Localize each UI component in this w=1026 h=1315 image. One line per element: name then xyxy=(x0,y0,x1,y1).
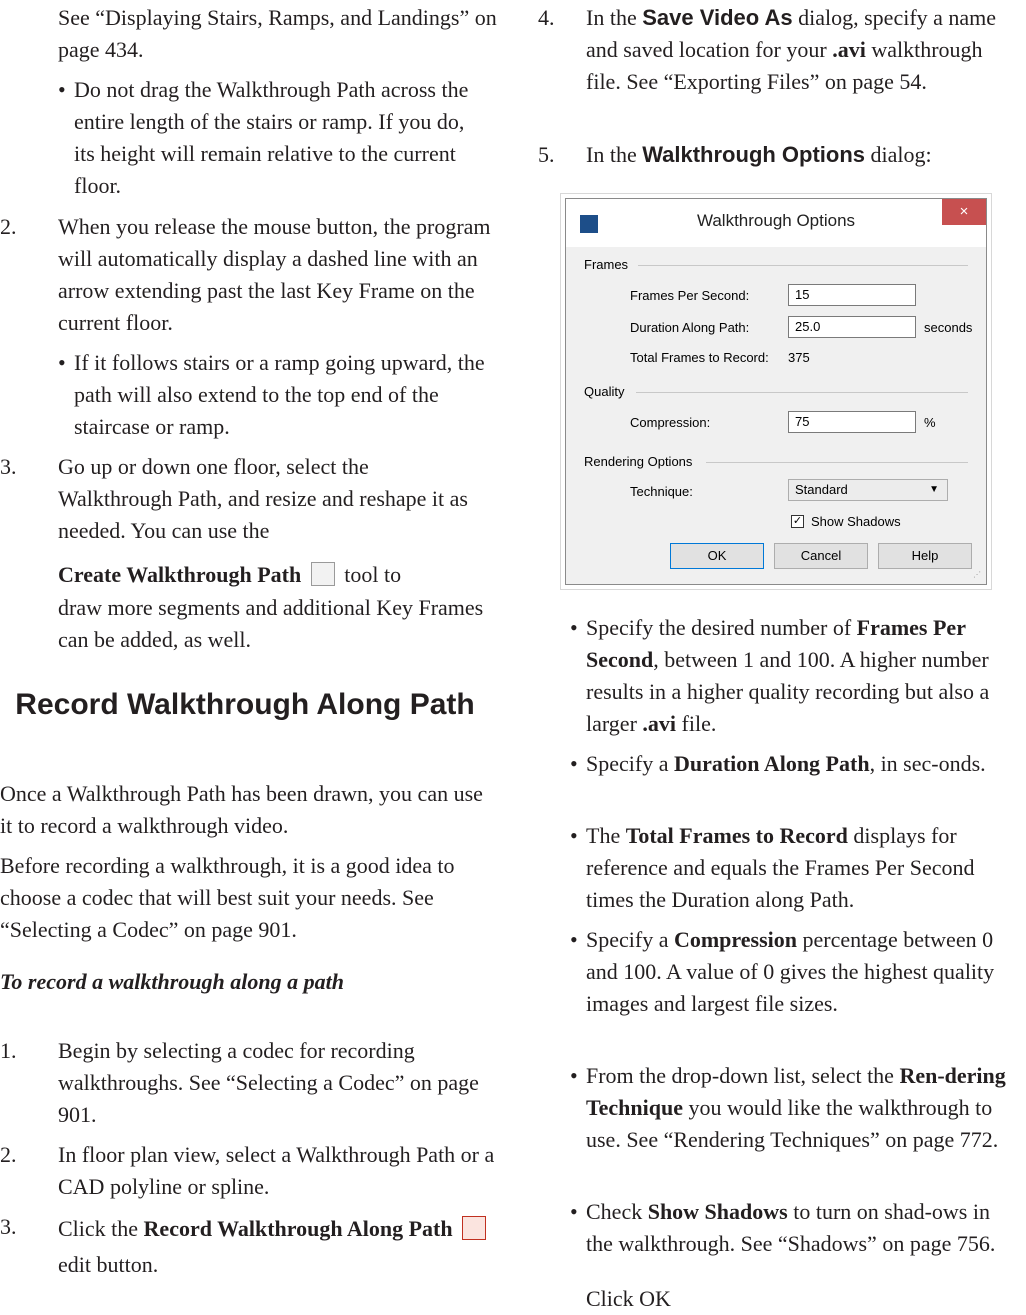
walkthrough-options-dialog: Walkthrough Options × Frames Frames Per … xyxy=(565,198,987,585)
step-5-prefix: In the xyxy=(586,142,637,167)
avi-extension: .avi xyxy=(642,711,677,736)
step-4-text: In the Save Video As dialog, specify a n… xyxy=(586,2,1006,98)
step-number: 2. xyxy=(0,1142,17,1167)
cross-reference: See “Displaying Stairs, Ramps, and Landi… xyxy=(58,5,497,62)
bullet-term: Total Frames to Record xyxy=(625,823,848,848)
save-video-as-label: Save Video As xyxy=(642,5,793,30)
procedure-heading: To record a walkthrough along a path xyxy=(0,969,344,994)
section-heading: Record Walkthrough Along Path xyxy=(15,688,475,721)
procedure-step-1: Begin by selecting a codec for recording… xyxy=(58,1038,479,1127)
create-walkthrough-path-icon[interactable] xyxy=(310,562,335,586)
procedure-step-3: Click the Record Walkthrough Along Path … xyxy=(58,1211,498,1283)
step-number: 3. xyxy=(0,454,17,479)
duration-input[interactable]: 25.0 xyxy=(788,316,916,338)
bullet-prefix: From the drop-down list, select the xyxy=(586,1063,894,1088)
bullet-drag-text: Do not drag the Walkthrough Path across … xyxy=(74,77,469,198)
step-4-prefix: In the xyxy=(586,5,637,30)
cancel-button[interactable]: Cancel xyxy=(774,543,868,569)
total-frames-bullet: The Total Frames to Record displays for … xyxy=(586,820,1006,916)
bullet-prefix: The xyxy=(586,823,621,848)
codec-paragraph: Before recording a walkthrough, it is a … xyxy=(0,853,455,942)
step-5-suffix: dialog: xyxy=(870,142,932,167)
technique-value: Standard xyxy=(795,482,848,497)
frames-group-label: Frames xyxy=(584,257,629,272)
compression-bullet: Specify a Compression percentage between… xyxy=(586,924,1001,1020)
step-3-tool-line: Create Walkthrough Path tool to xyxy=(58,559,498,591)
ok-step-partial: Click OK xyxy=(586,1286,671,1311)
bullet-term: Show Shadows xyxy=(647,1199,788,1224)
show-shadows-checkbox[interactable]: ✓ xyxy=(791,515,804,528)
bullet: • xyxy=(58,350,66,375)
compression-label: Compression: xyxy=(630,415,711,430)
bullet: • xyxy=(58,77,66,102)
procedure-step-2: In floor plan view, select a Walkthrough… xyxy=(58,1142,495,1199)
fps-input[interactable]: 15 xyxy=(788,284,916,306)
step-number: 4. xyxy=(538,5,555,30)
fps-bullet: Specify the desired number of Frames Per… xyxy=(586,612,1011,740)
dialog-title: Walkthrough Options xyxy=(696,211,856,230)
duration-unit: seconds xyxy=(924,320,973,335)
step-2-text: When you release the mouse button, the p… xyxy=(58,214,491,335)
divider xyxy=(636,392,968,393)
step-number: 2. xyxy=(0,214,17,239)
step-5-text: In the Walkthrough Options dialog: xyxy=(586,139,1006,171)
divider xyxy=(706,462,968,463)
step-number: 5. xyxy=(538,142,555,167)
technique-select[interactable]: Standard ▼ xyxy=(788,479,948,501)
intro-paragraph: Once a Walkthrough Path has been drawn, … xyxy=(0,781,483,838)
step-number: 3. xyxy=(0,1214,17,1239)
show-shadows-label: Show Shadows xyxy=(811,514,901,529)
fps-label: Frames Per Second: xyxy=(630,288,750,303)
bullet-suffix: file. xyxy=(681,711,717,736)
bullet: • xyxy=(570,927,578,952)
step-3-text: Go up or down one floor, select the Walk… xyxy=(58,454,468,543)
bullet-prefix: Specify the desired number of xyxy=(586,615,852,640)
tool-name: Create Walkthrough Path xyxy=(58,562,302,587)
record-walkthrough-icon[interactable] xyxy=(462,1216,487,1240)
avi-extension: .avi xyxy=(832,37,866,62)
record-walkthrough-label: Record Walkthrough Along Path xyxy=(143,1216,453,1241)
compression-unit: % xyxy=(924,415,936,430)
walkthrough-options-label: Walkthrough Options xyxy=(642,142,866,167)
step-number: 1. xyxy=(0,1038,17,1063)
chevron-down-icon: ▼ xyxy=(929,484,939,495)
shadows-bullet: Check Show Shadows to turn on shad-ows i… xyxy=(586,1196,1006,1260)
bullet: • xyxy=(570,1199,578,1224)
quality-group-label: Quality xyxy=(584,384,625,399)
bullet-prefix: Check xyxy=(586,1199,643,1224)
bullet: • xyxy=(570,1063,578,1088)
compression-input[interactable]: 75 xyxy=(788,411,916,433)
duration-label: Duration Along Path: xyxy=(630,320,750,335)
bullet: • xyxy=(570,751,578,776)
bullet-prefix: Specify a xyxy=(586,751,669,776)
total-frames-value: 375 xyxy=(788,350,810,365)
duration-bullet: Specify a Duration Along Path, in sec-on… xyxy=(586,748,1006,780)
step-3-tail: tool to xyxy=(344,562,402,587)
bullet-term: Duration Along Path xyxy=(673,751,870,776)
rendering-group-label: Rendering Options xyxy=(584,454,693,469)
bullet-stairs-text: If it follows stairs or a ramp going upw… xyxy=(74,350,485,439)
step-3-suffix: edit button. xyxy=(58,1252,159,1277)
dialog-titlebar[interactable]: Walkthrough Options × xyxy=(566,199,986,247)
bullet-term: Compression xyxy=(673,927,798,952)
technique-bullet: From the drop-down list, select the Ren-… xyxy=(586,1060,1011,1156)
technique-label: Technique: xyxy=(630,484,693,499)
total-frames-label: Total Frames to Record: xyxy=(630,350,769,365)
help-button[interactable]: Help xyxy=(878,543,972,569)
step-3-continuation: draw more segments and additional Key Fr… xyxy=(58,595,484,652)
bullet: • xyxy=(570,823,578,848)
divider xyxy=(638,265,968,266)
step-3-prefix: Click the xyxy=(58,1216,139,1241)
resize-grip-icon[interactable]: ⋰ xyxy=(973,571,983,581)
ok-button[interactable]: OK xyxy=(670,543,764,569)
close-button[interactable]: × xyxy=(942,199,986,225)
bullet-prefix: Specify a xyxy=(586,927,669,952)
bullet: • xyxy=(570,615,578,640)
bullet-suffix: , in sec-onds. xyxy=(869,751,986,776)
